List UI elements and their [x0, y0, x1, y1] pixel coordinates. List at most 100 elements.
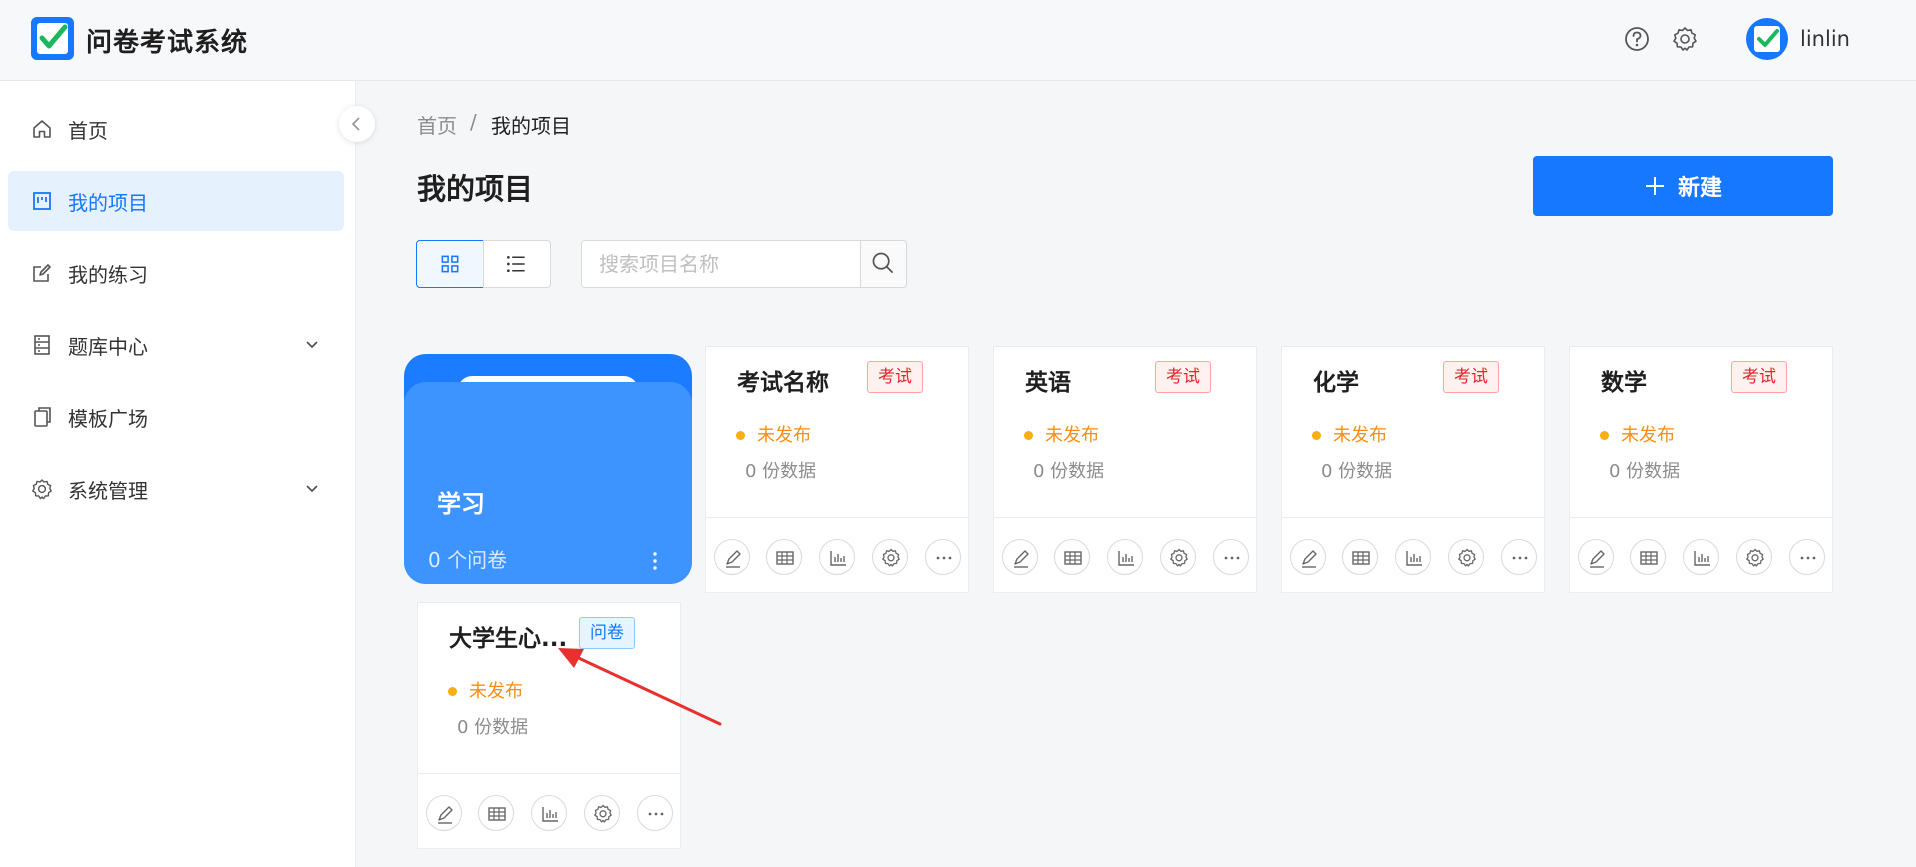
chart-button[interactable]	[1683, 539, 1719, 575]
more-icon	[648, 812, 664, 816]
project-card[interactable]: 数学 考试 未发布 0 份数据	[1569, 346, 1833, 593]
search-button[interactable]	[860, 240, 907, 288]
data-count: 0 份数据	[1033, 461, 1105, 482]
settings-button[interactable]	[1736, 539, 1772, 575]
search-input[interactable]	[581, 240, 861, 288]
table-icon	[1640, 551, 1658, 565]
type-tag: 考试	[1731, 361, 1787, 393]
edit-button[interactable]	[1002, 539, 1038, 575]
top-header: 问卷考试系统 linlin	[0, 0, 1916, 81]
more-button[interactable]	[1213, 539, 1249, 575]
folder-card[interactable]: 学习 0 个问卷	[404, 354, 692, 584]
table-button[interactable]	[478, 795, 514, 831]
sidebar-item-my-practice[interactable]: 我的练习	[8, 243, 344, 303]
type-tag: 考试	[1155, 361, 1211, 393]
settings-icon	[1746, 548, 1764, 567]
more-icon	[936, 556, 952, 560]
breadcrumb-current: 我的项目	[491, 114, 571, 138]
status-dot	[736, 431, 745, 440]
app-logo[interactable]	[31, 17, 74, 60]
chart-icon	[1118, 551, 1134, 566]
more-button[interactable]	[925, 539, 961, 575]
chart-icon	[542, 807, 558, 822]
status-dot	[1600, 431, 1609, 440]
annotation-arrow	[558, 648, 722, 726]
status-badge: 未发布	[1621, 425, 1675, 446]
new-button-label: 新建	[1677, 176, 1722, 201]
grid-view-icon	[441, 255, 459, 273]
database-icon	[34, 335, 50, 355]
sidebar-item-my-projects[interactable]: 我的项目	[8, 171, 344, 231]
table-icon	[776, 551, 794, 565]
new-project-button[interactable]: 新建	[1533, 156, 1833, 216]
avatar[interactable]	[1746, 18, 1788, 60]
edit-button[interactable]	[426, 795, 462, 831]
project-card[interactable]: 考试名称 考试 未发布 0 份数据	[705, 346, 969, 593]
more-icon	[1512, 556, 1528, 560]
card-actions	[714, 539, 964, 575]
card-actions	[1002, 539, 1252, 575]
settings-button[interactable]	[872, 539, 908, 575]
settings-button[interactable]	[584, 795, 620, 831]
gear-icon	[32, 479, 52, 500]
table-button[interactable]	[1630, 539, 1666, 575]
project-card[interactable]: 英语 考试 未发布 0 份数据	[993, 346, 1257, 593]
edit-button[interactable]	[1578, 539, 1614, 575]
table-button[interactable]	[766, 539, 802, 575]
grid-view-toggle[interactable]	[416, 240, 484, 288]
more-button[interactable]	[637, 795, 673, 831]
sidebar-item-label: 题库中心	[68, 335, 148, 359]
sidebar-item-label: 模板广场	[68, 407, 148, 431]
status-badge: 未发布	[1333, 425, 1387, 446]
sidebar-item-home[interactable]: 首页	[8, 99, 344, 159]
table-button[interactable]	[1342, 539, 1378, 575]
app-title: 问卷考试系统	[86, 28, 249, 58]
card-actions	[426, 795, 676, 831]
list-view-toggle[interactable]	[483, 240, 551, 288]
help-icon[interactable]	[1624, 26, 1650, 52]
chart-button[interactable]	[819, 539, 855, 575]
status-badge: 未发布	[757, 425, 811, 446]
project-card[interactable]: 化学 考试 未发布 0 份数据	[1281, 346, 1545, 593]
chart-icon	[1694, 551, 1710, 566]
data-count: 0 份数据	[1321, 461, 1393, 482]
sidebar-item-label: 我的项目	[68, 191, 148, 215]
more-icon	[1800, 556, 1816, 560]
settings-icon	[594, 804, 612, 823]
sidebar-item-template-square[interactable]: 模板广场	[8, 387, 344, 447]
project-title: 英语	[1025, 370, 1071, 396]
more-button[interactable]	[1789, 539, 1825, 575]
edit-icon	[1302, 550, 1317, 568]
settings-gear-icon[interactable]	[1672, 26, 1698, 52]
project-title: 化学	[1313, 370, 1359, 396]
breadcrumb-separator: /	[470, 110, 477, 134]
settings-button[interactable]	[1160, 539, 1196, 575]
settings-icon	[1458, 548, 1476, 567]
breadcrumb-home[interactable]: 首页	[417, 110, 457, 139]
chart-button[interactable]	[1107, 539, 1143, 575]
more-vertical-icon[interactable]	[650, 550, 660, 572]
card-actions	[1578, 539, 1828, 575]
chart-button[interactable]	[531, 795, 567, 831]
sidebar-item-question-bank[interactable]: 题库中心	[8, 315, 344, 375]
settings-button[interactable]	[1448, 539, 1484, 575]
sidebar-item-label: 我的练习	[68, 263, 148, 287]
chart-icon	[1406, 551, 1422, 566]
edit-button[interactable]	[714, 539, 750, 575]
collapse-sidebar-button[interactable]	[339, 106, 375, 142]
edit-icon	[726, 550, 741, 568]
edit-button[interactable]	[1290, 539, 1326, 575]
sidebar-item-system-admin[interactable]: 系统管理	[8, 459, 344, 519]
status-dot	[1312, 431, 1321, 440]
table-icon	[1352, 551, 1370, 565]
type-tag: 考试	[867, 361, 923, 393]
table-button[interactable]	[1054, 539, 1090, 575]
username[interactable]: linlin	[1800, 27, 1850, 51]
folder-count: 0 个问卷	[428, 548, 508, 572]
chart-button[interactable]	[1395, 539, 1431, 575]
more-button[interactable]	[1501, 539, 1537, 575]
status-badge: 未发布	[1045, 425, 1099, 446]
type-tag: 考试	[1443, 361, 1499, 393]
settings-icon	[882, 548, 900, 567]
edit-icon	[1014, 550, 1029, 568]
